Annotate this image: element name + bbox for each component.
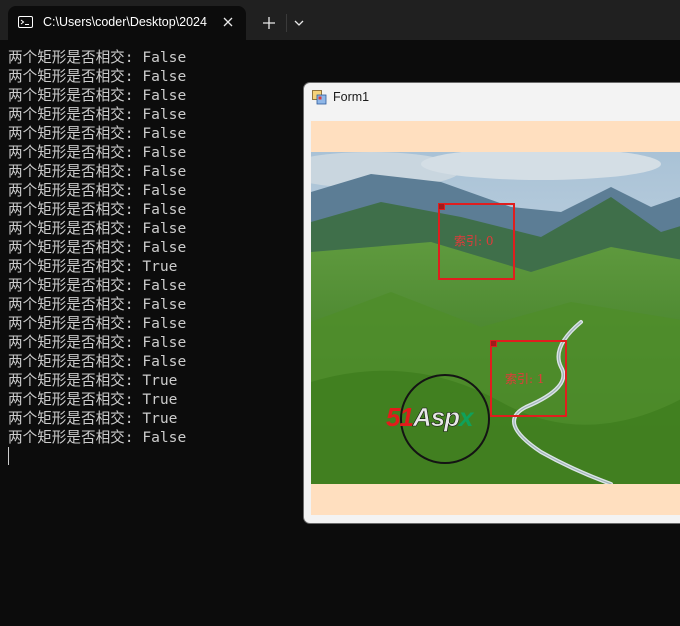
console-line: 两个矩形是否相交: False	[8, 296, 187, 313]
console-output: 两个矩形是否相交: False 两个矩形是否相交: False 两个矩形是否相交: …	[8, 48, 186, 447]
console-line: 两个矩形是否相交: False	[8, 163, 187, 180]
console-line: 两个矩形是否相交: False	[8, 277, 187, 294]
console-line: 两个矩形是否相交: False	[8, 315, 187, 332]
console-icon	[18, 16, 33, 28]
form-titlebar[interactable]: Form1	[304, 83, 680, 113]
watermark-text: 51Aspx	[386, 402, 474, 433]
console-line: 两个矩形是否相交: True	[8, 372, 178, 389]
rectangle-label-1: 索引: 1	[505, 372, 545, 386]
console-line: 两个矩形是否相交: False	[8, 201, 187, 218]
console-line: 两个矩形是否相交: False	[8, 49, 187, 66]
rectangle-label-0: 索引: 0	[454, 234, 494, 248]
tab-separator	[286, 14, 287, 32]
form-client-area: 索引: 0 索引: 1 51Aspx	[311, 121, 680, 515]
close-icon[interactable]	[218, 12, 238, 32]
console-line: 两个矩形是否相交: False	[8, 68, 187, 85]
rectangle-anchor	[490, 340, 497, 347]
terminal-tab[interactable]: C:\Users\coder\Desktop\2024	[8, 6, 246, 40]
console-line: 两个矩形是否相交: True	[8, 391, 178, 408]
console-line: 两个矩形是否相交: False	[8, 87, 187, 104]
console-line: 两个矩形是否相交: False	[8, 220, 187, 237]
console-line: 两个矩形是否相交: False	[8, 144, 187, 161]
console-line: 两个矩形是否相交: False	[8, 125, 187, 142]
terminal-tab-bar: C:\Users\coder\Desktop\2024	[0, 0, 680, 40]
console-line: 两个矩形是否相交: False	[8, 239, 187, 256]
console-line: 两个矩形是否相交: False	[8, 182, 187, 199]
tab-title: C:\Users\coder\Desktop\2024	[43, 15, 207, 29]
text-cursor	[8, 447, 9, 465]
console-line: 两个矩形是否相交: True	[8, 258, 178, 275]
chevron-down-icon[interactable]	[290, 13, 308, 33]
console-line: 两个矩形是否相交: False	[8, 353, 187, 370]
plus-icon[interactable]	[259, 13, 279, 33]
watermark-logo: 51Aspx	[386, 372, 506, 468]
console-line: 两个矩形是否相交: False	[8, 106, 187, 123]
form1-window[interactable]: Form1 索引: 0 索引: 1 51Aspx	[303, 82, 680, 524]
console-line: 两个矩形是否相交: True	[8, 410, 178, 427]
console-line: 两个矩形是否相交: False	[8, 334, 187, 351]
form-app-icon	[312, 90, 327, 105]
console-line: 两个矩形是否相交: False	[8, 429, 187, 446]
form-title: Form1	[333, 90, 370, 104]
rectangle-anchor	[438, 203, 445, 210]
